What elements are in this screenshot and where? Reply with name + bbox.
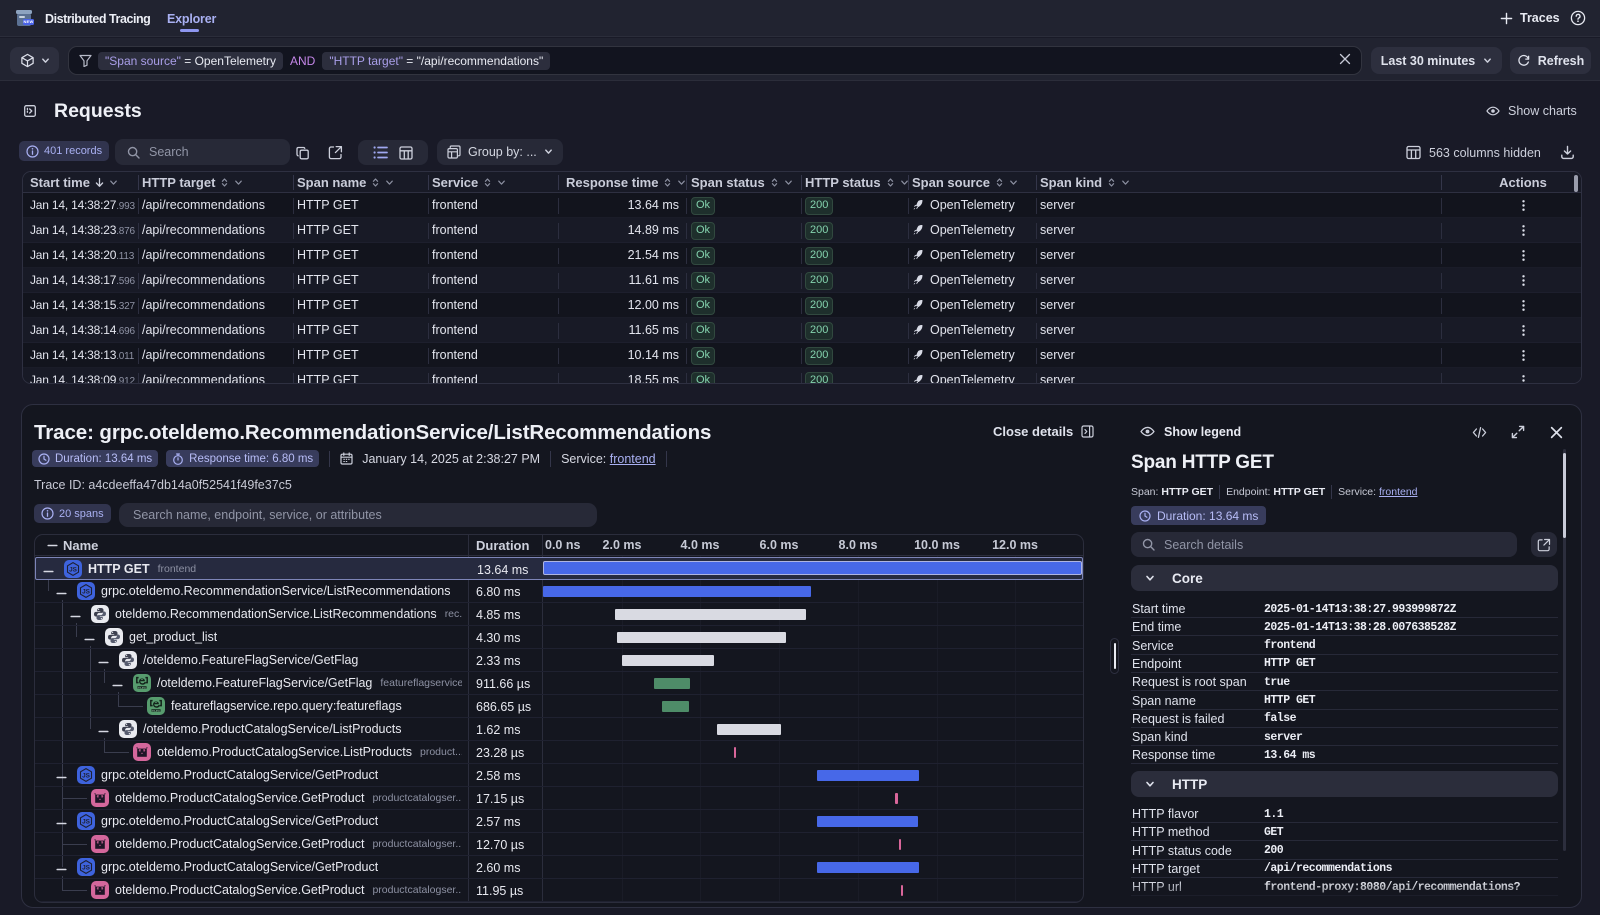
svg-text:JS: JS <box>82 772 91 779</box>
svg-text:ERLANG: ERLANG <box>152 709 161 712</box>
svg-text:JS: JS <box>82 818 91 825</box>
svg-text:JS: JS <box>82 864 91 871</box>
svg-text:ERLANG: ERLANG <box>138 686 147 689</box>
svg-text:JS: JS <box>82 588 91 595</box>
svg-text:JS: JS <box>69 566 78 573</box>
